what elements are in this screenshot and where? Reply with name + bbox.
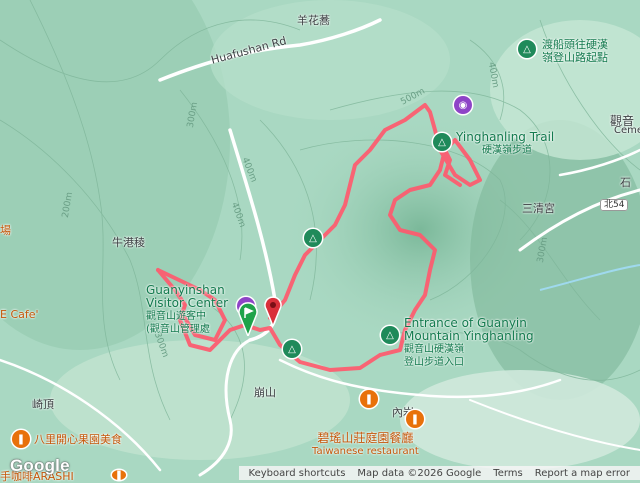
keyboard-shortcuts-link[interactable]: Keyboard shortcuts [249, 468, 346, 479]
poi-label: Yinghanling Trail [456, 130, 555, 144]
place-label-niugangleng: 牛港稜 [112, 236, 145, 249]
place-label-sanqinggong: 三清宮 [522, 202, 555, 215]
poi-label: 觀音山硬漢嶺 [404, 344, 464, 355]
poi-label: 登山步道入口 [404, 357, 464, 368]
trail-icon[interactable]: △ [283, 340, 301, 358]
trail-icon[interactable]: △ [518, 40, 536, 58]
poi-yinghanling-trail[interactable]: Yinghanling Trail 硬漢嶺步道 [456, 131, 554, 157]
poi-label: Taiwanese restaurant [312, 446, 419, 457]
poi-label: Mountain Yinghanling [404, 329, 534, 343]
restaurant-icon[interactable]: ❚ [12, 430, 30, 448]
restaurant-icon[interactable]: ❚ [360, 390, 378, 408]
start-flag-icon[interactable] [238, 302, 258, 336]
google-logo: Google [10, 456, 70, 475]
trail-icon[interactable]: △ [381, 326, 399, 344]
map-data-text: Map data ©2026 Google [357, 467, 482, 479]
place-label-cafe: E Cafe' [0, 308, 39, 321]
trail-icon[interactable]: △ [433, 133, 451, 151]
poi-label: Visitor Center [146, 296, 229, 310]
trail-icon[interactable]: △ [304, 229, 322, 247]
report-error-link[interactable]: Report a map error [535, 468, 630, 479]
place-label-shi: 石 [620, 176, 631, 189]
restaurant-icon[interactable]: ❚ [112, 470, 126, 481]
poi-restaurant[interactable]: 碧瑤山莊庭園餐廳 Taiwanese restaurant [312, 432, 419, 458]
poi-label: 觀音山遊客中 [146, 311, 206, 322]
end-marker-icon[interactable] [264, 296, 282, 326]
place-label-bengshan: 崩山 [254, 386, 276, 399]
place-label-chang: 場 [0, 224, 11, 237]
terms-link[interactable]: Terms [493, 468, 522, 479]
poi-label: (觀音山管理處 [146, 324, 210, 335]
poi-visitor-center[interactable]: Guanyinshan Visitor Center 觀音山遊客中 (觀音山管理… [146, 284, 228, 336]
poi-label: 碧瑤山莊庭園餐廳 [317, 431, 414, 445]
poi-label: 渡船頭往硬漢 [542, 38, 608, 51]
poi-label: 硬漢嶺步道 [482, 145, 532, 156]
camera-icon[interactable]: ◉ [454, 96, 472, 114]
place-label-yanghuazhai: 羊花蕎 [297, 14, 330, 27]
restaurant-icon[interactable]: ❚ [406, 410, 424, 428]
poi-label: 嶺登山路起點 [542, 51, 608, 64]
place-label-bajiali: 八里開心果園美食 [34, 433, 122, 446]
place-label-cemetery-en: Ceme [614, 125, 640, 136]
road-badge-beiwu4: 北54 [600, 192, 629, 211]
attribution-bar: Keyboard shortcuts Map data ©2026 Google… [238, 466, 640, 480]
poi-entrance[interactable]: Entrance of Guanyin Mountain Yinghanling… [404, 317, 534, 369]
place-label-ding: 崎頂 [32, 398, 54, 411]
poi-ferry-trail[interactable]: 渡船頭往硬漢 嶺登山路起點 [542, 38, 608, 64]
